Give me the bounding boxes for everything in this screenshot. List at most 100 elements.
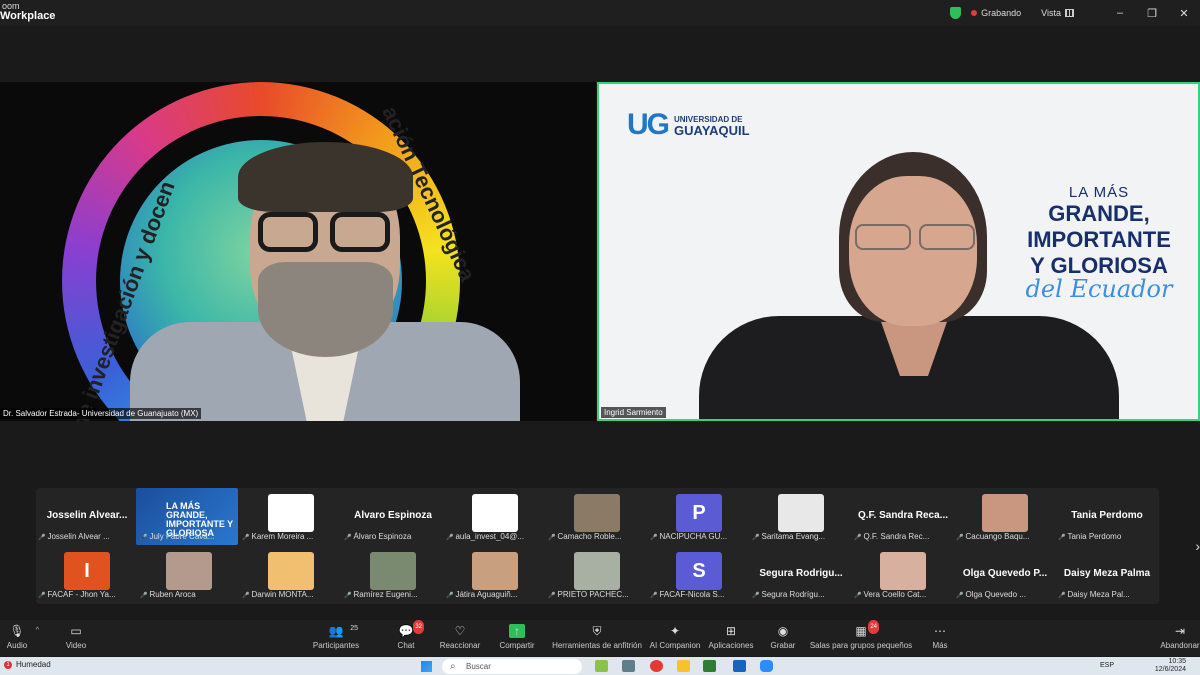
ug-logo: UG UNIVERSIDAD DE GUAYAQUIL bbox=[627, 108, 750, 142]
participant-name-label: Q.F. Sandra Rec... bbox=[854, 532, 952, 541]
weather-widget[interactable]: 1 Humedad bbox=[4, 660, 51, 669]
participant-tile[interactable]: SFACAF-Nicola S... bbox=[648, 546, 750, 601]
zoom-window: oom Workplace Grabando Vista – ❐ ✕ d de … bbox=[0, 0, 1200, 675]
share-screen-icon: ↑ bbox=[509, 624, 525, 638]
participant-tile[interactable]: LA MÁS GRANDE, IMPORTANTE Y GLORIOSAJuly… bbox=[136, 488, 240, 545]
participant-avatar: UG bbox=[268, 494, 314, 532]
zoom-icon[interactable] bbox=[760, 660, 773, 672]
participant-avatar: UG bbox=[472, 494, 518, 532]
participant-tile[interactable]: Camacho Roble... bbox=[546, 488, 648, 543]
chrome-icon[interactable] bbox=[650, 660, 663, 672]
language-indicator[interactable]: ESP bbox=[1100, 662, 1114, 669]
participant-name-label: Ramírez Eugeni... bbox=[344, 590, 442, 599]
participant-tile[interactable]: Segura Rodrigu... Segura Rodrígu... bbox=[750, 546, 852, 601]
participant-tile[interactable]: PRIETO PACHEC... bbox=[546, 546, 648, 601]
participant-name-label: Saritama Evang... bbox=[752, 532, 850, 541]
participant-name-label: FACAF - Jhon Ya... bbox=[38, 590, 136, 599]
system-clock[interactable]: 10:35 12/6/2024 bbox=[1155, 658, 1186, 674]
clock-time: 10:35 bbox=[1168, 658, 1186, 665]
security-shield-icon[interactable] bbox=[950, 7, 962, 19]
host-tools-button[interactable]: ⛨ Herramientas de anfitrión bbox=[549, 624, 645, 650]
participant-tile[interactable]: Daisy Meza Palma Daisy Meza Pal... bbox=[1056, 546, 1158, 601]
participant-name-label: Álvaro Espinoza bbox=[344, 532, 442, 541]
participants-button[interactable]: 👥 25 Participantes bbox=[301, 624, 371, 650]
video-tile-ingrid[interactable]: UG UNIVERSIDAD DE GUAYAQUIL LA MÁS GRAND… bbox=[597, 82, 1200, 421]
participant-tile[interactable]: Ramírez Eugeni... bbox=[342, 546, 444, 601]
participant-tile[interactable]: Ruben Aroca bbox=[138, 546, 240, 601]
ug-name: UNIVERSIDAD DE GUAYAQUIL bbox=[674, 114, 750, 138]
breakout-rooms-button[interactable]: ▦ 24 Salas para grupos pequeños bbox=[808, 620, 914, 650]
chevron-right-icon[interactable]: › bbox=[1195, 538, 1200, 554]
share-label: Compartir bbox=[499, 641, 535, 650]
participant-display-name: Q.F. Sandra Reca... bbox=[857, 510, 949, 521]
taskbar-search[interactable]: Buscar bbox=[442, 659, 582, 674]
participant-name-label: NACIPUCHA GU... bbox=[650, 532, 748, 541]
glasses bbox=[258, 212, 398, 252]
participant-tile[interactable]: Saritama Evang... bbox=[750, 488, 852, 543]
share-button[interactable]: ↑ Compartir bbox=[482, 624, 552, 650]
participant-tile[interactable]: Cacuango Baqu... bbox=[954, 488, 1056, 543]
participant-name-label: Segura Rodrígu... bbox=[752, 590, 850, 599]
participant-name-label: aula_invest_04@... bbox=[446, 532, 544, 541]
windows-start-icon[interactable] bbox=[421, 661, 432, 672]
participant-name-label: Camacho Roble... bbox=[548, 532, 646, 541]
ug-logo-line2: GUAYAQUIL bbox=[674, 123, 750, 138]
participant-avatar bbox=[268, 552, 314, 590]
record-icon: ◉ bbox=[777, 624, 789, 638]
participant-avatar bbox=[370, 552, 416, 590]
speaker-video-person bbox=[130, 142, 520, 421]
slogan-line-1: LA MÁS bbox=[1068, 184, 1130, 201]
lens-left bbox=[855, 224, 911, 250]
taskbar-app-icon[interactable] bbox=[622, 660, 635, 672]
participant-tile[interactable]: Q.F. Sandra Reca... Q.F. Sandra Rec... bbox=[852, 488, 954, 543]
more-icon: ⋯ bbox=[934, 624, 946, 638]
participant-display-name: Josselin Alvear... bbox=[46, 510, 128, 521]
word-icon[interactable] bbox=[733, 660, 746, 672]
participant-tile[interactable]: IFACAF - Jhon Ya... bbox=[36, 546, 138, 601]
speaker-name-tag: Ingrid Sarmiento bbox=[601, 407, 666, 418]
close-button[interactable]: ✕ bbox=[1168, 7, 1200, 20]
participant-avatar bbox=[574, 494, 620, 532]
minimize-button[interactable]: – bbox=[1104, 7, 1136, 19]
participant-tile[interactable]: Tania Perdomo Tania Perdomo bbox=[1056, 488, 1158, 543]
participant-avatar bbox=[472, 552, 518, 590]
taskbar-app-icon[interactable] bbox=[595, 660, 608, 672]
leave-icon: ⇥ bbox=[1174, 624, 1186, 638]
participant-tile[interactable]: UGKarem Moreira ... bbox=[240, 488, 342, 543]
title-bar-controls: Grabando Vista – ❐ ✕ bbox=[950, 0, 1200, 26]
video-button[interactable]: ▭ Video bbox=[41, 624, 111, 650]
participant-tile[interactable]: Olga Quevedo P... Olga Quevedo ... bbox=[954, 546, 1056, 601]
restore-button[interactable]: ❐ bbox=[1136, 7, 1168, 20]
participant-tile[interactable]: Josselin Alvear... Josselin Alvear ... bbox=[36, 488, 138, 543]
chat-label: Chat bbox=[397, 641, 415, 650]
participant-tile[interactable]: Álvaro Espinoza Álvaro Espinoza bbox=[342, 488, 444, 543]
weather-badge: 1 bbox=[4, 660, 12, 669]
participant-avatar bbox=[574, 552, 620, 590]
heart-icon: ♡ bbox=[454, 624, 466, 638]
participant-avatar bbox=[880, 552, 926, 590]
participant-tile[interactable]: Játira Aguaguiñ... bbox=[444, 546, 546, 601]
lens-right bbox=[330, 212, 390, 252]
more-button[interactable]: ⋯ Más bbox=[905, 624, 975, 650]
participant-tile[interactable]: UGaula_invest_04@... bbox=[444, 488, 546, 543]
participants-icon: 👥 25 bbox=[328, 624, 358, 638]
participant-tile[interactable]: Darwin MONTA... bbox=[240, 546, 342, 601]
participant-tile[interactable]: Vera Coello Cat... bbox=[852, 546, 954, 601]
participant-name-label: Ruben Aroca bbox=[140, 590, 238, 599]
chat-bubble-icon: 💬 32 bbox=[398, 620, 424, 638]
grid-view-icon[interactable] bbox=[1065, 9, 1074, 17]
excel-icon[interactable] bbox=[703, 660, 716, 672]
recording-label[interactable]: Grabando bbox=[981, 8, 1021, 18]
apps-label: Aplicaciones bbox=[708, 641, 754, 650]
leave-button[interactable]: ⇥ Abandonar bbox=[1145, 624, 1200, 650]
video-label: Video bbox=[65, 641, 87, 650]
microphone-muted-icon: 🎙 ^ bbox=[9, 624, 39, 638]
participant-tile[interactable]: PNACIPUCHA GU... bbox=[648, 488, 750, 543]
slogan: LA MÁS GRANDE, IMPORTANTE Y GLORIOSA del… bbox=[1014, 184, 1184, 303]
view-button[interactable]: Vista bbox=[1041, 8, 1061, 18]
folder-icon[interactable] bbox=[677, 660, 690, 672]
participant-display-name: Olga Quevedo P... bbox=[962, 568, 1048, 579]
glasses bbox=[851, 224, 977, 254]
title-bar: oom Workplace Grabando Vista – ❐ ✕ bbox=[0, 0, 1200, 26]
video-tile-salvador[interactable]: d de investigación y docen ación Tecnoló… bbox=[0, 82, 596, 421]
